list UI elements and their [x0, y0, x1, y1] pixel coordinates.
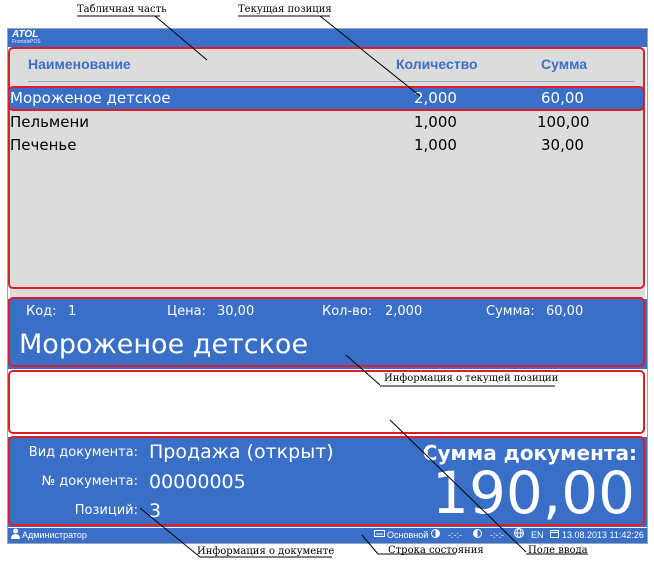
annotation-current-info: Информация о текущей позиции	[384, 373, 559, 384]
annotation-doc-info: Информация о документе	[197, 546, 335, 557]
annotation-status-bar: Строка состояния	[388, 545, 484, 556]
annotation-leader-lines	[77, 15, 588, 558]
annotation-input-field: Поле ввода	[528, 545, 588, 556]
